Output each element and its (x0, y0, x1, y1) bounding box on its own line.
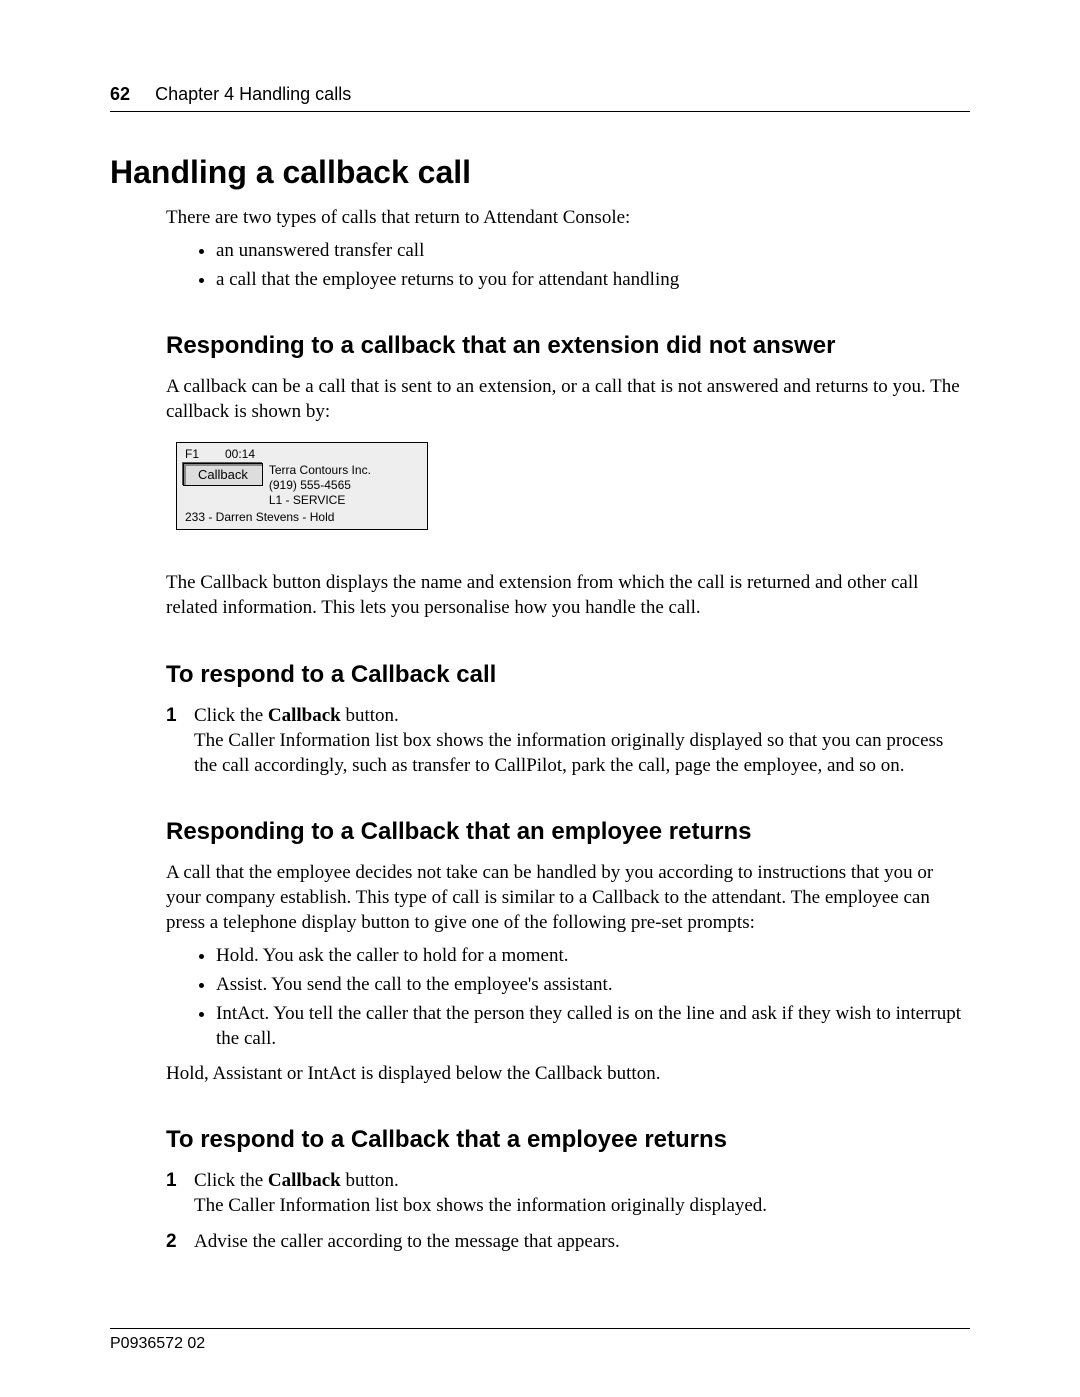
chapter-label: Chapter 4 Handling calls (155, 84, 351, 104)
list-item: Hold. You ask the caller to hold for a m… (216, 943, 970, 968)
numbered-steps: Click the Callback button. The Caller In… (166, 703, 970, 778)
step-item: Click the Callback button. The Caller In… (166, 703, 970, 778)
callback-line: L1 - SERVICE (269, 493, 421, 508)
page-title: Handling a callback call (110, 154, 970, 191)
step-item: Advise the caller according to the messa… (166, 1229, 970, 1254)
intro-bullet-list: an unanswered transfer call a call that … (110, 238, 970, 292)
section-heading: Responding to a Callback that an employe… (166, 818, 970, 846)
callback-word: Callback (268, 705, 341, 726)
section-heading: Responding to a callback that an extensi… (166, 332, 970, 360)
step-text: Click the (194, 1170, 268, 1191)
section-heading: To respond to a Callback call (166, 661, 970, 689)
callback-company: Terra Contours Inc. (269, 463, 421, 478)
body-paragraph: The Callback button displays the name an… (166, 570, 970, 620)
step-body: The Caller Information list box shows th… (194, 1195, 767, 1216)
body-paragraph: A call that the employee decides not tak… (166, 860, 970, 935)
list-item: a call that the employee returns to you … (216, 267, 970, 292)
page-number: 62 (110, 84, 130, 104)
callback-f-label: F1 (185, 447, 225, 461)
footer-rule (110, 1328, 970, 1329)
header-rule (110, 111, 970, 112)
callback-button[interactable]: Callback (183, 463, 263, 486)
step-text: button. (341, 1170, 399, 1191)
callback-phone: (919) 555-4565 (269, 478, 421, 493)
step-body: The Caller Information list box shows th… (194, 730, 943, 776)
body-paragraph: Hold, Assistant or IntAct is displayed b… (166, 1061, 970, 1086)
callback-word: Callback (268, 1170, 341, 1191)
intro-paragraph: There are two types of calls that return… (166, 205, 970, 230)
prompt-bullet-list: Hold. You ask the caller to hold for a m… (110, 943, 970, 1051)
callback-status: 233 - Darren Stevens - Hold (177, 508, 427, 529)
callback-panel: F1 00:14 Callback Terra Contours Inc. (9… (176, 442, 428, 530)
list-item: an unanswered transfer call (216, 238, 970, 263)
doc-number: P0936572 02 (110, 1335, 970, 1353)
list-item: IntAct. You tell the caller that the per… (216, 1001, 970, 1051)
section-heading: To respond to a Callback that a employee… (166, 1126, 970, 1154)
body-paragraph: A callback can be a call that is sent to… (166, 374, 970, 424)
step-item: Click the Callback button. The Caller In… (166, 1168, 970, 1218)
step-text: Click the (194, 705, 268, 726)
list-item: Assist. You send the call to the employe… (216, 972, 970, 997)
page-footer: P0936572 02 (110, 1328, 970, 1353)
step-text: button. (341, 705, 399, 726)
callback-time: 00:14 (225, 447, 255, 461)
page-header: 62 Chapter 4 Handling calls (110, 84, 970, 109)
step-body: Advise the caller according to the messa… (194, 1229, 970, 1254)
numbered-steps: Click the Callback button. The Caller In… (166, 1168, 970, 1253)
